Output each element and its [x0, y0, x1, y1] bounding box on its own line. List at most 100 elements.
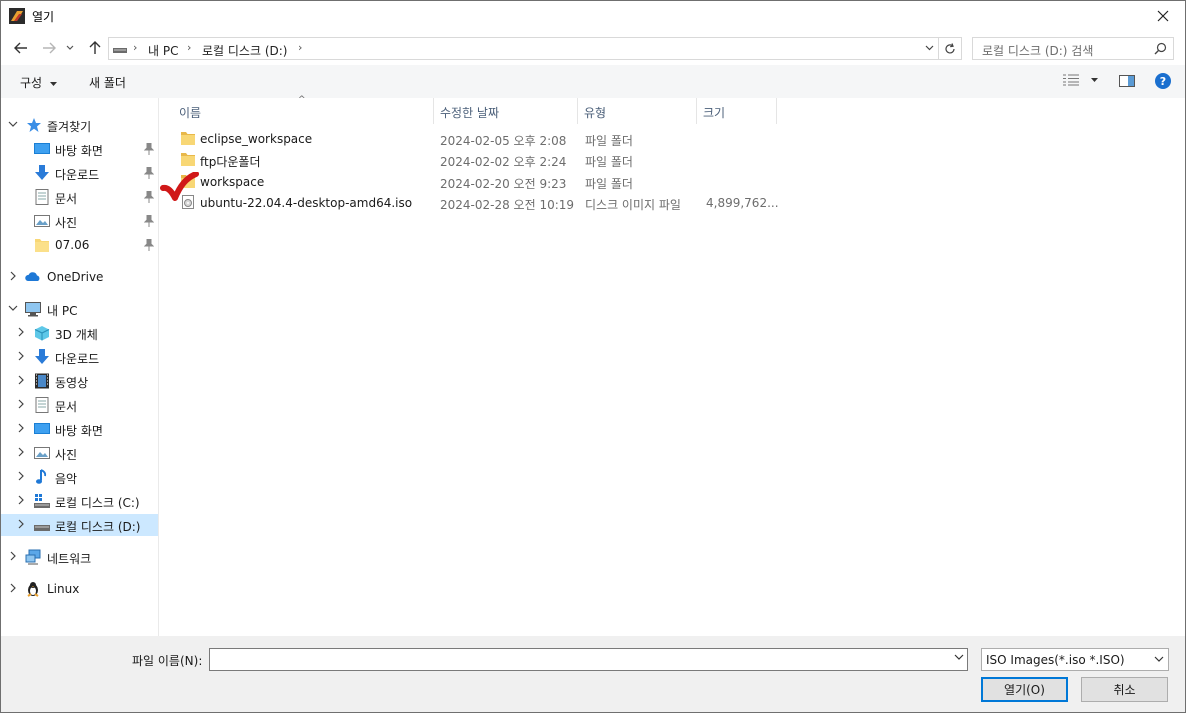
chevron-right-icon[interactable]	[8, 551, 18, 561]
sidebar-item-music[interactable]: 음악	[1, 466, 158, 488]
file-date: 2024-02-20 오전 9:23	[440, 177, 567, 191]
close-icon	[1157, 10, 1169, 22]
new-folder-button[interactable]: 새 폴더	[89, 74, 126, 91]
file-row[interactable]: workspace 2024-02-20 오전 9:23 파일 폴더	[160, 171, 780, 192]
sidebar-item-downloads[interactable]: 다운로드	[1, 162, 158, 184]
breadcrumb-separator: ›	[187, 41, 192, 54]
view-list-icon	[1063, 74, 1079, 86]
sidebar-item-documents[interactable]: 문서	[1, 186, 158, 208]
chevron-right-icon[interactable]	[16, 375, 26, 385]
refresh-button[interactable]	[939, 37, 962, 60]
arrow-up-icon	[89, 41, 101, 54]
sidebar-item-label: 사진	[55, 216, 78, 230]
column-label: 이름	[179, 106, 202, 120]
file-date: 2024-02-05 오후 2:08	[440, 134, 567, 148]
sidebar-item-drive-d[interactable]: 로컬 디스크 (D:)	[1, 514, 158, 536]
chevron-right-icon[interactable]	[16, 423, 26, 433]
sidebar-item-folder-0706[interactable]: 07.06	[1, 234, 158, 256]
chevron-right-icon[interactable]	[16, 447, 26, 457]
chevron-right-icon[interactable]	[8, 271, 18, 281]
file-type: 파일 폴더	[585, 155, 633, 169]
pin-icon[interactable]	[144, 143, 154, 155]
sidebar-item-label: 네트워크	[47, 552, 92, 566]
column-header-type[interactable]: 유형	[578, 98, 697, 124]
file-row[interactable]: eclipse_workspace 2024-02-05 오후 2:08 파일 …	[160, 128, 780, 149]
chevron-right-icon[interactable]	[16, 351, 26, 361]
recent-locations-button[interactable]	[64, 38, 76, 58]
chevron-right-icon[interactable]	[16, 471, 26, 481]
pin-icon[interactable]	[144, 167, 154, 179]
file-type-filter-select[interactable]: ISO Images(*.iso *.ISO)	[981, 648, 1169, 671]
chevron-down-icon[interactable]	[8, 303, 18, 313]
red-checkmark-annotation	[160, 172, 199, 201]
file-type-filter-value: ISO Images(*.iso *.ISO)	[986, 653, 1125, 667]
file-row[interactable]: ftp다운폴더 2024-02-02 오후 2:24 파일 폴더	[160, 149, 780, 170]
chevron-down-icon[interactable]	[8, 119, 18, 129]
caret-down-icon	[1090, 78, 1098, 82]
forward-button[interactable]	[39, 38, 59, 58]
film-icon	[35, 373, 49, 389]
pin-icon[interactable]	[144, 239, 154, 251]
sidebar-item-label: 바탕 화면	[55, 144, 103, 158]
close-button[interactable]	[1141, 1, 1185, 31]
picture-icon	[34, 447, 50, 459]
search-icon	[1154, 42, 1167, 55]
sidebar-item-label: 로컬 디스크 (C:)	[55, 496, 140, 510]
breadcrumb-this-pc[interactable]: 내 PC	[148, 42, 178, 59]
download-arrow-icon	[35, 349, 49, 364]
desktop-icon	[34, 423, 50, 434]
chevron-right-icon[interactable]	[8, 583, 18, 593]
picture-icon	[34, 215, 50, 227]
up-button[interactable]	[85, 38, 105, 58]
sidebar-item-desktop[interactable]: 바탕 화면	[1, 418, 158, 440]
organize-menu[interactable]: 구성	[20, 74, 57, 91]
sidebar-item-videos[interactable]: 동영상	[1, 370, 158, 392]
cancel-button[interactable]: 취소	[1081, 677, 1168, 702]
pin-icon[interactable]	[144, 215, 154, 227]
back-button[interactable]	[11, 38, 31, 58]
sidebar-item-documents[interactable]: 문서	[1, 394, 158, 416]
file-row[interactable]: ubuntu-22.04.4-desktop-amd64.iso 2024-02…	[160, 192, 780, 213]
column-header-date[interactable]: 수정한 날짜	[434, 98, 578, 124]
sidebar-item-pictures[interactable]: 사진	[1, 210, 158, 232]
sidebar-item-label: 내 PC	[47, 304, 78, 318]
search-box[interactable]: 로컬 디스크 (D:) 검색	[972, 37, 1174, 60]
preview-pane-button[interactable]	[1119, 75, 1135, 90]
sidebar-item-label: 바탕 화면	[55, 424, 103, 438]
chevron-right-icon[interactable]	[16, 519, 26, 529]
chevron-right-icon[interactable]	[16, 399, 26, 409]
sidebar-item-network[interactable]: 네트워크	[1, 546, 158, 568]
chevron-right-icon[interactable]	[16, 327, 26, 337]
chevron-right-icon[interactable]	[16, 495, 26, 505]
document-icon	[35, 189, 49, 205]
sidebar-item-this-pc[interactable]: 내 PC	[1, 298, 158, 320]
chevron-down-icon[interactable]	[925, 45, 934, 51]
view-options-button[interactable]	[1063, 74, 1098, 89]
sidebar-item-onedrive[interactable]: OneDrive	[1, 266, 158, 288]
sidebar-item-pictures[interactable]: 사진	[1, 442, 158, 464]
sidebar-item-drive-c[interactable]: 로컬 디스크 (C:)	[1, 490, 158, 512]
sidebar-item-label: OneDrive	[47, 270, 104, 284]
filename-input[interactable]	[209, 648, 968, 671]
command-bar: 구성 새 폴더 ?	[1, 65, 1185, 98]
column-header-name[interactable]: 이름 ^	[173, 95, 434, 124]
breadcrumb-drive-d[interactable]: 로컬 디스크 (D:)	[202, 42, 287, 59]
open-button[interactable]: 열기(O)	[981, 677, 1068, 702]
sidebar-item-label: 문서	[55, 192, 78, 206]
pin-icon[interactable]	[144, 191, 154, 203]
sidebar-item-downloads[interactable]: 다운로드	[1, 346, 158, 368]
help-button[interactable]: ?	[1155, 73, 1171, 89]
music-note-icon	[36, 469, 47, 484]
caret-down-icon	[49, 81, 57, 86]
filename-label: 파일 이름(N):	[132, 654, 203, 668]
address-bar[interactable]: › 내 PC › 로컬 디스크 (D:) ›	[108, 37, 939, 60]
sidebar-item-desktop[interactable]: 바탕 화면	[1, 138, 158, 160]
drive-icon	[34, 525, 50, 531]
sidebar-item-quick-access[interactable]: 즐겨찾기	[1, 114, 158, 136]
chevron-down-icon[interactable]	[954, 654, 964, 661]
sidebar-item-label: 사진	[55, 448, 78, 462]
sidebar-item-linux[interactable]: Linux	[1, 578, 158, 600]
file-name: ftp다운폴더	[200, 155, 261, 169]
sidebar-item-3d-objects[interactable]: 3D 개체	[1, 322, 158, 344]
column-header-size[interactable]: 크기	[697, 98, 777, 124]
